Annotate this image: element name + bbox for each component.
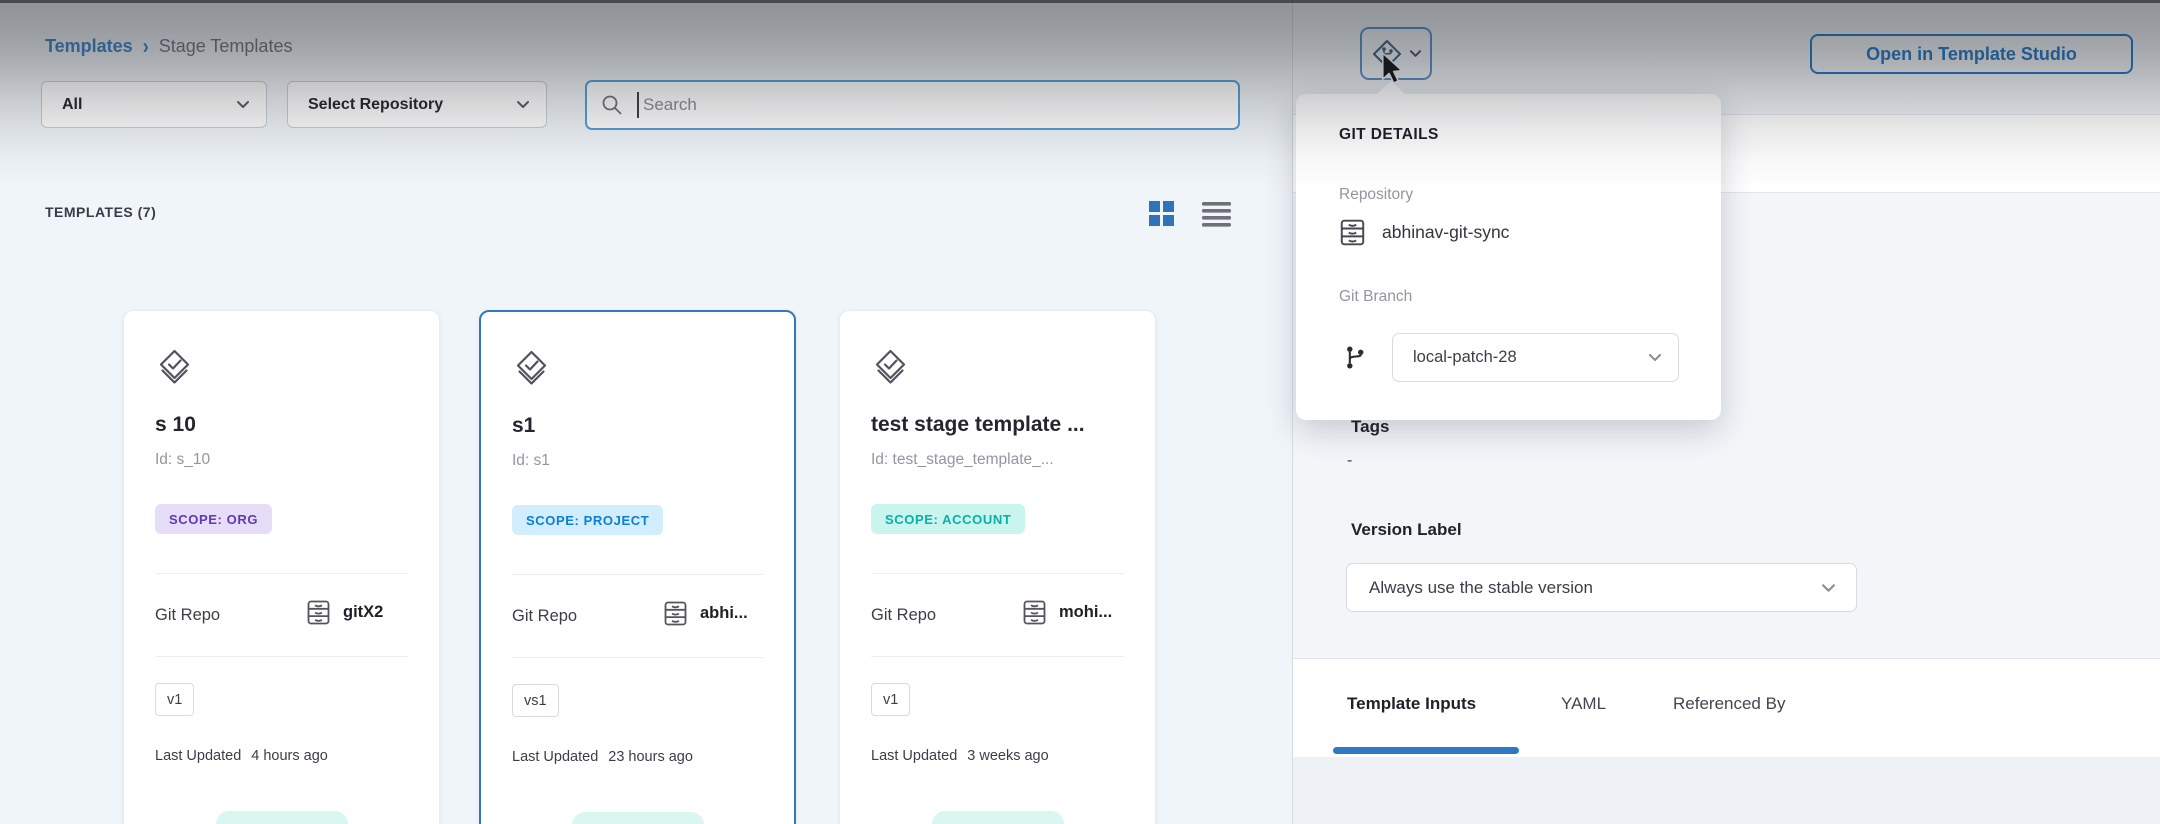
git-branch-label: Git Branch	[1339, 288, 1412, 306]
grid-view-icon	[1148, 200, 1175, 227]
repo-icon	[1022, 599, 1047, 626]
git-repo-value: mohi...	[1059, 603, 1112, 622]
git-repo-label: Git Repo	[871, 606, 936, 625]
search-icon	[601, 94, 623, 116]
type-filter-dropdown[interactable]: All	[41, 81, 267, 128]
chevron-down-icon	[1409, 49, 1422, 58]
card-title: test stage template ...	[871, 413, 1085, 437]
card-id: Id: s_10	[155, 451, 210, 469]
card-title: s1	[512, 414, 535, 438]
divider	[871, 656, 1124, 657]
repository-filter-value: Select Repository	[308, 96, 443, 114]
git-repo-value: gitX2	[343, 603, 383, 622]
stage-templates-page: Templates › Stage Templates All Select R…	[0, 0, 2160, 824]
card-id: Id: s1	[512, 452, 550, 470]
chevron-right-icon: ›	[143, 33, 149, 59]
chevron-down-icon	[516, 100, 530, 109]
type-filter-value: All	[62, 96, 82, 114]
stable-badge	[572, 812, 704, 824]
template-icon	[512, 348, 552, 388]
last-updated: Last Updated3 weeks ago	[871, 748, 1049, 764]
scope-badge: SCOPE: ACCOUNT	[871, 504, 1025, 534]
branch-select[interactable]: local-patch-28	[1392, 333, 1679, 382]
divider	[155, 656, 408, 657]
template-card-s1[interactable]: s1 Id: s1 SCOPE: PROJECT Git Repo abhi..…	[479, 310, 796, 824]
repository-value: abhinav-git-sync	[1382, 222, 1509, 243]
templates-list-panel: Templates › Stage Templates All Select R…	[0, 0, 1292, 824]
breadcrumb-current: Stage Templates	[159, 36, 293, 57]
search-placeholder: Search	[643, 95, 697, 115]
chevron-down-icon	[236, 100, 250, 109]
divider	[871, 573, 1124, 574]
text-cursor	[637, 92, 639, 118]
repo-icon	[663, 600, 688, 627]
tab-referenced-by[interactable]: Referenced By	[1673, 694, 1785, 714]
divider	[512, 574, 763, 575]
last-updated: Last Updated4 hours ago	[155, 748, 328, 764]
version-label: Version Label	[1351, 520, 1462, 540]
repository-filter-dropdown[interactable]: Select Repository	[287, 81, 547, 128]
repository-label: Repository	[1339, 186, 1413, 204]
tags-label: Tags	[1351, 417, 1389, 437]
top-edge-strip	[0, 0, 2160, 3]
card-id: Id: test_stage_template_...	[871, 451, 1054, 469]
breadcrumb-templates-link[interactable]: Templates	[45, 36, 133, 57]
repo-icon	[306, 599, 331, 626]
template-card-s10[interactable]: s 10 Id: s_10 SCOPE: ORG Git Repo gitX2 …	[123, 310, 440, 824]
git-repo-label: Git Repo	[155, 606, 220, 625]
search-input[interactable]: Search	[585, 80, 1240, 130]
chevron-down-icon	[1821, 583, 1836, 593]
divider	[512, 657, 763, 658]
last-updated: Last Updated23 hours ago	[512, 749, 693, 765]
list-view-toggle[interactable]	[1202, 200, 1231, 227]
version-chip: v1	[871, 683, 910, 716]
divider	[155, 573, 408, 574]
template-card-test-stage[interactable]: test stage template ... Id: test_stage_t…	[839, 310, 1156, 824]
card-title: s 10	[155, 413, 196, 437]
breadcrumb: Templates › Stage Templates	[45, 36, 292, 57]
mouse-cursor	[1381, 52, 1405, 86]
scope-badge: SCOPE: ORG	[155, 504, 272, 534]
git-branch-icon	[1343, 344, 1367, 371]
repo-icon	[1339, 218, 1366, 247]
template-icon	[871, 347, 911, 387]
version-select-value: Always use the stable version	[1369, 578, 1593, 598]
version-select[interactable]: Always use the stable version	[1346, 563, 1857, 612]
tab-template-inputs[interactable]: Template Inputs	[1347, 694, 1476, 714]
git-repo-value: abhi...	[700, 604, 748, 623]
git-repo-label: Git Repo	[512, 607, 577, 626]
active-tab-underline	[1333, 747, 1519, 754]
tags-value: -	[1347, 452, 1352, 470]
popover-title: GIT DETAILS	[1339, 126, 1439, 144]
version-chip: vs1	[512, 684, 559, 717]
stable-badge	[216, 811, 348, 824]
tab-yaml[interactable]: YAML	[1561, 694, 1606, 714]
template-icon	[155, 347, 195, 387]
tab-content-area	[1293, 757, 2160, 824]
open-in-template-studio-button[interactable]: Open in Template Studio	[1810, 34, 2133, 74]
git-details-popover: GIT DETAILS Repository abhinav-git-sync …	[1296, 94, 1721, 420]
grid-view-toggle[interactable]	[1147, 200, 1176, 227]
version-chip: v1	[155, 683, 194, 716]
branch-select-value: local-patch-28	[1413, 348, 1517, 367]
chevron-down-icon	[1648, 353, 1662, 362]
list-view-icon	[1202, 201, 1231, 227]
stable-badge	[932, 811, 1064, 824]
scope-badge: SCOPE: PROJECT	[512, 505, 663, 535]
templates-count-label: TEMPLATES (7)	[45, 204, 156, 220]
